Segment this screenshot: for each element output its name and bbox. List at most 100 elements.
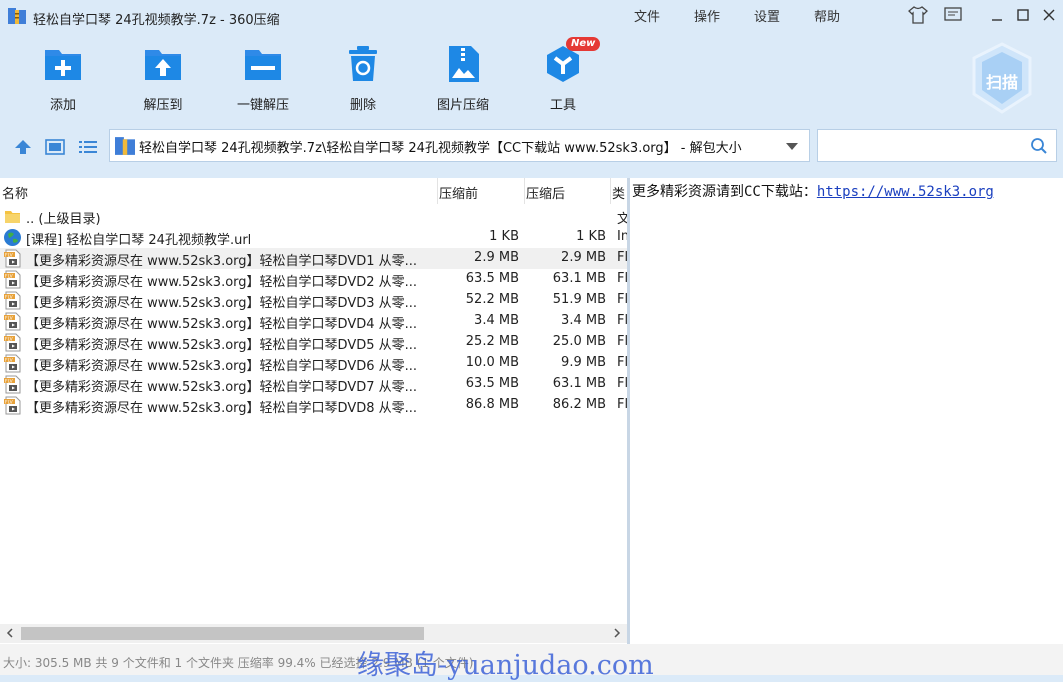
file-packed-size: 51.9 MB — [552, 292, 606, 307]
feedback-icon[interactable] — [941, 4, 965, 26]
column-header-packed[interactable]: 压缩后 — [526, 183, 565, 202]
recycle-bin-icon — [349, 46, 377, 81]
thumbnail-view-icon[interactable] — [45, 139, 65, 159]
flv-file-icon: FLV — [3, 375, 22, 394]
file-size: 63.5 MB — [465, 271, 519, 286]
file-packed-size: 86.2 MB — [552, 397, 606, 412]
file-packed-size: 25.0 MB — [552, 334, 606, 349]
file-type: Fl — [617, 397, 627, 412]
file-type: Fl — [617, 376, 627, 391]
file-size: 1 KB — [489, 229, 519, 244]
preview-text: 更多精彩资源请到CC下载站：https://www.52sk3.org — [632, 181, 994, 201]
table-row[interactable]: FLV 【更多精彩资源尽在 www.52sk3.org】轻松自学口琴DVD7 从零… — [0, 374, 627, 395]
file-type: Fl — [617, 250, 627, 265]
scroll-right-icon[interactable] — [612, 627, 622, 643]
svg-text:FLV: FLV — [5, 273, 14, 279]
scroll-left-icon[interactable] — [5, 627, 15, 643]
extract-to-button[interactable]: 解压到 — [120, 44, 206, 116]
svg-text:FLV: FLV — [5, 294, 14, 300]
tools-button[interactable]: 工具 — [520, 44, 606, 116]
file-name: 【更多精彩资源尽在 www.52sk3.org】轻松自学口琴DVD6 从零... — [26, 359, 418, 374]
watermark: 缘聚岛-yuanjudao.com — [357, 650, 654, 681]
file-name: 【更多精彩资源尽在 www.52sk3.org】轻松自学口琴DVD1 从零... — [26, 254, 418, 269]
file-packed-size: 2.9 MB — [561, 250, 606, 265]
svg-text:FLV: FLV — [5, 357, 14, 363]
preview-message: 更多精彩资源请到CC下载站： — [632, 184, 817, 200]
list-view-icon[interactable] — [78, 139, 98, 159]
table-row[interactable]: FLV 【更多精彩资源尽在 www.52sk3.org】轻松自学口琴DVD6 从零… — [0, 353, 627, 374]
one-click-extract-label: 一键解压 — [236, 98, 289, 113]
file-name: [课程] 轻松自学口琴 24孔视频教学.url — [26, 233, 252, 248]
file-type: Fl — [617, 271, 627, 286]
new-badge: New — [566, 37, 601, 51]
file-name: .. (上级目录) — [26, 212, 101, 227]
up-arrow-icon[interactable] — [13, 138, 33, 160]
table-row[interactable]: FLV 【更多精彩资源尽在 www.52sk3.org】轻松自学口琴DVD4 从零… — [0, 311, 627, 332]
svg-text:FLV: FLV — [5, 378, 14, 384]
table-row[interactable]: FLV 【更多精彩资源尽在 www.52sk3.org】轻松自学口琴DVD3 从零… — [0, 290, 627, 311]
file-type: Fl — [617, 334, 627, 349]
column-header-size[interactable]: 压缩前 — [439, 183, 478, 202]
file-packed-size: 63.1 MB — [552, 271, 606, 286]
file-packed-size: 9.9 MB — [561, 355, 606, 370]
column-header-name[interactable]: 名称 — [2, 183, 28, 202]
table-row[interactable]: FLV 【更多精彩资源尽在 www.52sk3.org】轻松自学口琴DVD8 从零… — [0, 395, 627, 416]
column-divider[interactable] — [610, 178, 611, 204]
extract-to-label: 解压到 — [143, 98, 183, 113]
file-size: 10.0 MB — [465, 355, 519, 370]
minimize-icon[interactable] — [985, 4, 1009, 26]
menu-file[interactable]: 文件 — [634, 6, 660, 25]
flv-file-icon: FLV — [3, 312, 22, 331]
menu-settings[interactable]: 设置 — [754, 6, 780, 25]
column-divider[interactable] — [524, 178, 525, 204]
flv-file-icon: FLV — [3, 270, 22, 289]
scan-button[interactable]: 扫描 — [970, 42, 1034, 114]
flv-file-icon: FLV — [3, 396, 22, 415]
file-size: 2.9 MB — [474, 250, 519, 265]
file-size: 52.2 MB — [465, 292, 519, 307]
file-name: 【更多精彩资源尽在 www.52sk3.org】轻松自学口琴DVD7 从零... — [26, 380, 418, 395]
file-type: 文 — [617, 212, 627, 227]
add-folder-icon — [45, 50, 81, 80]
close-icon[interactable] — [1037, 4, 1061, 26]
search-input[interactable] — [817, 129, 1057, 162]
add-button[interactable]: 添加 — [20, 44, 106, 116]
preview-link[interactable]: https://www.52sk3.org — [817, 184, 994, 200]
image-compress-label: 图片压缩 — [436, 98, 489, 113]
file-size: 86.8 MB — [465, 397, 519, 412]
table-row[interactable]: FLV 【更多精彩资源尽在 www.52sk3.org】轻松自学口琴DVD1 从零… — [0, 248, 627, 269]
delete-button[interactable]: 删除 — [320, 44, 406, 116]
file-type: Fl — [617, 355, 627, 370]
svg-text:FLV: FLV — [5, 252, 14, 258]
archive-icon — [115, 137, 135, 155]
path-dropdown-icon[interactable] — [784, 140, 800, 156]
table-row[interactable]: [课程] 轻松自学口琴 24孔视频教学.url 1 KB 1 KB In — [0, 227, 627, 248]
image-compress-button[interactable]: 图片压缩 — [420, 44, 506, 116]
search-icon[interactable] — [1030, 137, 1048, 159]
scrollbar-thumb[interactable] — [21, 627, 424, 640]
flv-file-icon: FLV — [3, 354, 22, 373]
table-row[interactable]: FLV 【更多精彩资源尽在 www.52sk3.org】轻松自学口琴DVD2 从零… — [0, 269, 627, 290]
svg-text:FLV: FLV — [5, 399, 14, 405]
maximize-icon[interactable] — [1011, 4, 1035, 26]
flv-file-icon: FLV — [3, 249, 22, 268]
file-name: 【更多精彩资源尽在 www.52sk3.org】轻松自学口琴DVD8 从零... — [26, 401, 418, 416]
menu-operation[interactable]: 操作 — [694, 6, 720, 25]
file-type: Fl — [617, 313, 627, 328]
add-label: 添加 — [49, 98, 76, 113]
table-row[interactable]: FLV 【更多精彩资源尽在 www.52sk3.org】轻松自学口琴DVD5 从零… — [0, 332, 627, 353]
skin-icon[interactable] — [906, 4, 930, 26]
path-text: 轻松自学口琴 24孔视频教学.7z\轻松自学口琴 24孔视频教学【CC下载站 w… — [139, 141, 742, 156]
file-packed-size: 1 KB — [576, 229, 606, 244]
one-click-extract-button[interactable]: 一键解压 — [220, 44, 306, 116]
table-row[interactable]: .. (上级目录) 文 — [0, 206, 627, 227]
globe-icon — [3, 228, 22, 247]
file-type: Fl — [617, 292, 627, 307]
column-header-type[interactable]: 类 — [612, 183, 627, 202]
file-size: 3.4 MB — [474, 313, 519, 328]
flv-file-icon: FLV — [3, 333, 22, 352]
file-size: 25.2 MB — [465, 334, 519, 349]
menu-help[interactable]: 帮助 — [814, 6, 840, 25]
file-name: 【更多精彩资源尽在 www.52sk3.org】轻松自学口琴DVD4 从零... — [26, 317, 418, 332]
column-divider[interactable] — [437, 178, 438, 204]
